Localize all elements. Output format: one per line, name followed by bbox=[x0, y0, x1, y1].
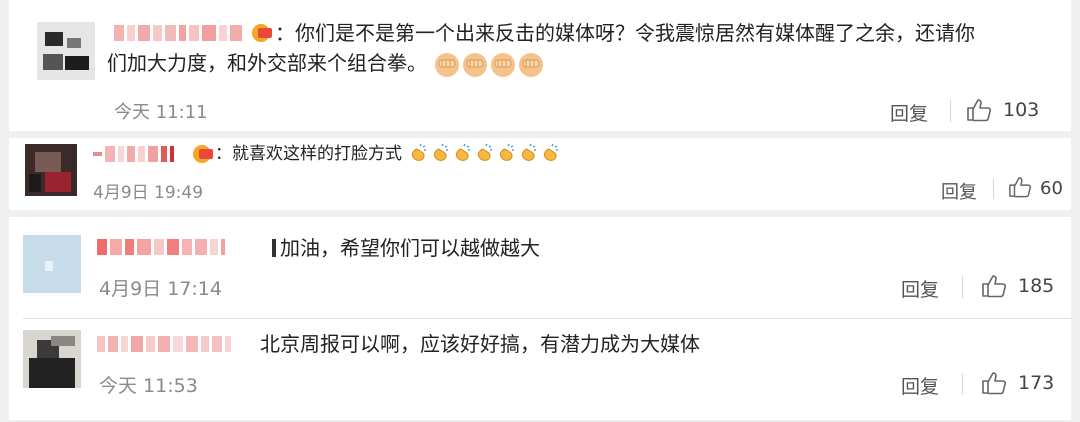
comment-text: 加油，希望你们可以越做越大 bbox=[280, 236, 540, 260]
user-avatar[interactable] bbox=[23, 330, 81, 388]
reply-button[interactable]: 回复 bbox=[890, 99, 928, 126]
username-blurred[interactable] bbox=[114, 22, 242, 44]
comment-card-3: 加油，希望你们可以越做越大 4月9日 17:14 回复 185 北京周报可以啊，… bbox=[9, 217, 1071, 420]
like-count: 173 bbox=[1018, 372, 1055, 394]
comment-time: 今天 11:11 bbox=[114, 102, 208, 123]
comment-text-line: ：就喜欢这样的打脸方式 bbox=[215, 144, 402, 164]
text-fragment bbox=[272, 239, 276, 257]
comment-text-line-2: 们加大力度，和外交部来个组合拳。 bbox=[107, 51, 427, 75]
user-avatar[interactable] bbox=[37, 22, 95, 80]
reply-button[interactable]: 回复 bbox=[941, 178, 977, 204]
thumbs-up-icon[interactable] bbox=[981, 371, 1007, 395]
user-avatar[interactable] bbox=[23, 235, 81, 293]
thumbs-up-icon[interactable] bbox=[981, 274, 1007, 298]
comment-time: 4月9日 17:14 bbox=[99, 278, 222, 300]
reply-button[interactable]: 回复 bbox=[901, 275, 939, 302]
username-blurred[interactable] bbox=[97, 333, 231, 355]
vip-badge-icon bbox=[252, 24, 272, 42]
reply-button[interactable]: 回复 bbox=[901, 372, 939, 399]
comment-divider bbox=[23, 318, 1071, 319]
user-avatar[interactable] bbox=[25, 144, 77, 196]
clap-emoji-icon bbox=[407, 143, 561, 164]
username-blurred[interactable] bbox=[97, 236, 225, 258]
comment-time: 4月9日 19:49 bbox=[93, 183, 204, 203]
like-count: 103 bbox=[1003, 99, 1040, 121]
action-separator bbox=[962, 373, 963, 395]
vip-badge-icon bbox=[193, 145, 213, 163]
comment-text: 北京周报可以啊，应该好好搞，有潜力成为大媒体 bbox=[260, 332, 700, 356]
username-blurred[interactable] bbox=[93, 143, 174, 165]
fist-emoji-icon bbox=[433, 51, 545, 77]
thumbs-up-icon[interactable] bbox=[966, 98, 992, 122]
like-count: 185 bbox=[1018, 275, 1055, 297]
like-count: 60 bbox=[1040, 178, 1063, 199]
action-separator bbox=[950, 100, 951, 122]
comment-card-2: ：就喜欢这样的打脸方式 4月9日 19:49 回复 60 bbox=[9, 138, 1071, 210]
comment-text: ：就喜欢这样的打脸方式 bbox=[215, 142, 561, 166]
thumbs-up-icon[interactable] bbox=[1008, 176, 1032, 198]
comment-text-line-1: ：你们是不是第一个出来反击的媒体呀？令我震惊居然有媒体醒了之余，还请你 bbox=[275, 21, 975, 45]
comment-time: 今天 11:53 bbox=[99, 375, 198, 397]
comment-text: ：你们是不是第一个出来反击的媒体呀？令我震惊居然有媒体醒了之余，还请你 们加大力… bbox=[107, 18, 1055, 79]
action-separator bbox=[962, 276, 963, 298]
comment-card-1: ：你们是不是第一个出来反击的媒体呀？令我震惊居然有媒体醒了之余，还请你 们加大力… bbox=[9, 0, 1071, 131]
action-separator bbox=[993, 179, 994, 199]
